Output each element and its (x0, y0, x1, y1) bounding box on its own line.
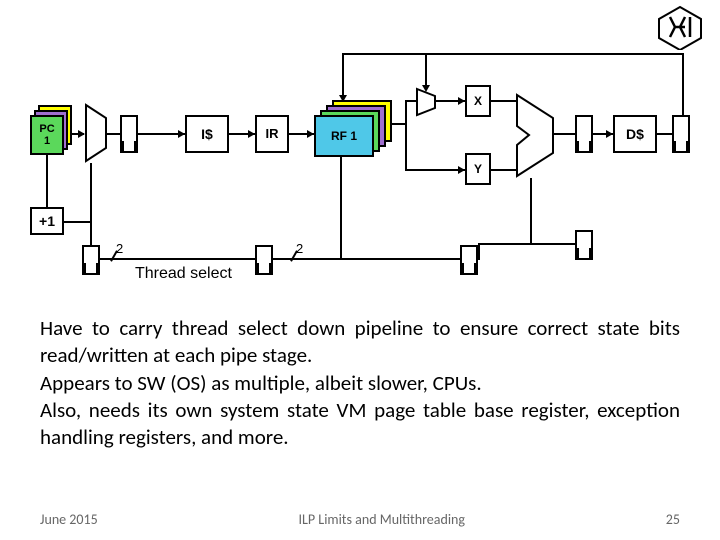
ts-latch-1 (82, 245, 100, 275)
arrow (307, 130, 314, 138)
ir-box: IR (255, 115, 289, 153)
icache-label: I$ (201, 126, 213, 142)
ts-latch-2 (255, 245, 273, 275)
ir-label: IR (266, 126, 279, 141)
y-latch: Y (465, 153, 491, 185)
footer-page: 25 (666, 511, 680, 528)
wire (425, 53, 684, 55)
thread-select-label: Thread select (135, 265, 232, 283)
dcache-label: D$ (626, 126, 644, 142)
paragraph-1: Have to carry thread select down pipelin… (40, 315, 680, 370)
wire (405, 100, 417, 102)
footer-date: June 2015 (40, 511, 98, 528)
pc-mux (84, 103, 108, 163)
institution-logo (655, 5, 705, 50)
wire (405, 100, 407, 170)
dcache-box: D$ (613, 115, 657, 153)
y-label: Y (474, 162, 482, 176)
paragraph-2: Appears to SW (OS) as multiple, albeit s… (40, 370, 680, 397)
arrow (178, 130, 185, 138)
wire (657, 133, 672, 135)
arrow (458, 166, 465, 174)
pc-box-1: PC1 (30, 115, 64, 155)
bus-width-2: 2 (296, 241, 303, 256)
wire (100, 258, 255, 260)
arrow (78, 130, 85, 138)
wire (478, 243, 575, 245)
wire (273, 258, 460, 260)
rf-box-1: RF 1 (314, 115, 374, 157)
wire (342, 53, 344, 100)
bus-width-1: 2 (116, 241, 123, 256)
wire (46, 155, 48, 207)
wire (340, 157, 342, 260)
pc-label: PC (39, 123, 54, 135)
wire (553, 133, 575, 135)
latch-1 (120, 115, 138, 153)
plus1-label: +1 (39, 213, 55, 229)
wire (64, 221, 90, 223)
alu (515, 93, 555, 178)
body-text: Have to carry thread select down pipelin… (40, 315, 680, 451)
arrow (248, 130, 255, 138)
icache-box: I$ (185, 115, 229, 153)
latch-alu (575, 115, 593, 153)
wire (405, 169, 465, 171)
wire (682, 53, 684, 117)
wire (478, 243, 480, 260)
wire (491, 100, 516, 102)
plus1-box: +1 (30, 207, 64, 235)
ts-latch-4 (575, 230, 593, 260)
slide-footer: June 2015 ILP Limits and Multithreading … (40, 511, 680, 528)
wire (530, 178, 532, 245)
wire (342, 53, 427, 55)
wire (491, 169, 516, 171)
wire (530, 243, 531, 245)
wire (106, 133, 120, 135)
wire (425, 53, 427, 89)
footer-title: ILP Limits and Multithreading (299, 511, 465, 528)
arrow (422, 85, 430, 92)
pipeline-diagram: PC1 I$ IR RF 1 X Y D$ +1 2 2 Thread sele… (30, 45, 690, 290)
rf-label: RF 1 (331, 129, 357, 143)
wire (90, 163, 92, 245)
paragraph-3: Also, needs its own system state VM page… (40, 397, 680, 452)
arrow (606, 130, 613, 138)
arrow (458, 97, 465, 105)
pc-sub: 1 (44, 135, 50, 147)
x-latch: X (465, 85, 491, 117)
latch-wb (672, 115, 690, 153)
ts-latch-3 (460, 245, 478, 275)
x-label: X (474, 94, 482, 108)
